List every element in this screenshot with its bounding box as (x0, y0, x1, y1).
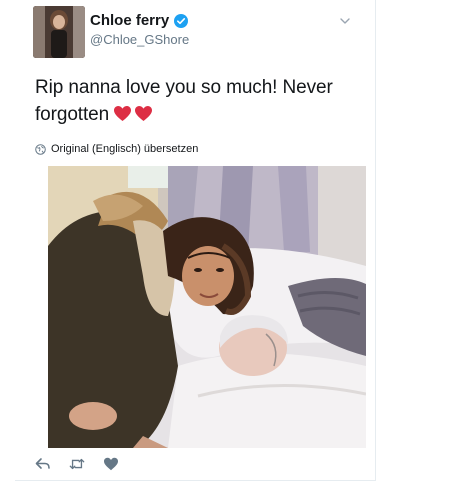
emoji-group (113, 105, 153, 122)
red-heart-icon (135, 105, 153, 122)
globe-icon (35, 143, 46, 155)
tweet-card: Chloe ferry @Chloe_GShore Rip nanna love… (15, 0, 376, 481)
tweet-photo[interactable] (48, 166, 366, 448)
tweet-text: Rip nanna love you so much! Never forgot… (35, 74, 355, 128)
tweet-body: Rip nanna love you so much! Never forgot… (35, 77, 333, 125)
translate-link[interactable]: Original (Englisch) übersetzen (35, 143, 198, 155)
name-row: Chloe ferry (90, 12, 189, 29)
avatar[interactable] (33, 6, 85, 58)
verified-badge-icon (174, 13, 189, 28)
translate-label: Original (Englisch) übersetzen (51, 143, 199, 155)
red-heart-icon (114, 105, 132, 122)
user-handle[interactable]: @Chloe_GShore (90, 32, 189, 47)
reply-icon[interactable] (35, 457, 51, 471)
display-name[interactable]: Chloe ferry (90, 12, 169, 29)
tweet-actions (35, 457, 119, 471)
chevron-down-icon[interactable] (338, 14, 352, 28)
page: Chloe ferry @Chloe_GShore Rip nanna love… (0, 0, 465, 490)
retweet-icon[interactable] (69, 457, 85, 471)
heart-icon[interactable] (103, 457, 119, 471)
